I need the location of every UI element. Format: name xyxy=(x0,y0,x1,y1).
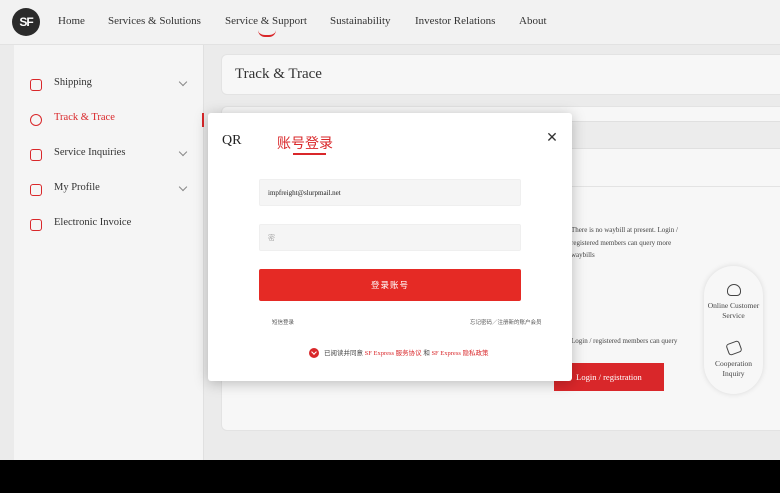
sidebar-item-label: Track & Trace xyxy=(54,112,115,123)
float-label: Online Customer Service xyxy=(707,301,760,320)
no-waybill-text: There is no waybill at present. Login / … xyxy=(571,226,678,259)
send-icon xyxy=(30,79,42,91)
tab-account-login[interactable]: 账号登录 xyxy=(277,133,333,153)
chevron-down-icon xyxy=(178,77,188,87)
sf-logo[interactable]: SF xyxy=(12,8,40,36)
headset-icon xyxy=(726,284,741,296)
login-modal: QR 账号登录 ✕ 登录账号 短信登录 忘记密码／注册新的账户会员 已阅读并同意… xyxy=(208,113,572,381)
login-note: Login / registered members can query xyxy=(571,337,678,345)
agree-prefix: 已阅读并同意 xyxy=(324,350,363,357)
agree-checkbox[interactable] xyxy=(309,348,319,358)
active-indicator xyxy=(202,113,204,127)
sidebar-item-electronic-invoice[interactable]: Electronic Invoice xyxy=(14,210,204,240)
agreement-row: 已阅读并同意 SF Express 服务协议 和 SF Express 隐私政策 xyxy=(309,347,489,359)
cooperation-inquiry-button[interactable]: Cooperation Inquiry xyxy=(704,339,763,379)
title-card: Track & Trace xyxy=(221,54,780,95)
float-label: Cooperation Inquiry xyxy=(714,359,753,378)
nav-home[interactable]: Home xyxy=(58,15,85,27)
forgot-register-link[interactable]: 忘记密码／注册新的账户会员 xyxy=(470,318,542,326)
nav-sustainability[interactable]: Sustainability xyxy=(330,15,391,27)
tab-qr[interactable]: QR xyxy=(222,133,241,149)
page-title: Track & Trace xyxy=(235,66,322,82)
nav-about[interactable]: About xyxy=(519,15,547,27)
login-submit-button[interactable]: 登录账号 xyxy=(259,269,521,301)
password-field[interactable] xyxy=(259,224,521,251)
nav-service-support[interactable]: Service & Support xyxy=(225,15,307,27)
invoice-icon xyxy=(30,219,42,231)
handshake-icon xyxy=(724,339,743,357)
floating-service-panel: Online Customer Service Cooperation Inqu… xyxy=(704,266,763,394)
chevron-down-icon xyxy=(178,182,188,192)
sidebar-item-track-trace[interactable]: Track & Trace xyxy=(14,105,204,135)
nav-investor-relations[interactable]: Investor Relations xyxy=(415,15,495,27)
sidebar: Shipping Track & Trace Service Inquiries… xyxy=(14,45,204,460)
email-field[interactable] xyxy=(259,179,521,206)
search-icon xyxy=(30,114,42,126)
service-agreement-link[interactable]: SF Express 服务协议 xyxy=(365,350,422,357)
agree-and: 和 xyxy=(423,350,430,357)
nav-services-solutions[interactable]: Services & Solutions xyxy=(108,15,201,27)
sidebar-item-my-profile[interactable]: My Profile xyxy=(14,175,204,205)
sidebar-item-label: My Profile xyxy=(54,182,100,193)
sms-login-link[interactable]: 短信登录 xyxy=(272,318,294,326)
sidebar-item-service-inquiries[interactable]: Service Inquiries xyxy=(14,140,204,170)
sidebar-item-label: Shipping xyxy=(54,77,92,88)
sidebar-item-shipping[interactable]: Shipping xyxy=(14,70,204,100)
privacy-policy-link[interactable]: SF Express 隐私政策 xyxy=(431,350,488,357)
sidebar-item-label: Electronic Invoice xyxy=(54,217,132,228)
profile-icon xyxy=(30,184,42,196)
sidebar-item-label: Service Inquiries xyxy=(54,147,126,158)
chevron-down-icon xyxy=(178,147,188,157)
tab-underline xyxy=(293,153,326,155)
close-icon[interactable]: ✕ xyxy=(545,131,559,145)
top-nav: SF Home Services & Solutions Service & S… xyxy=(0,0,780,45)
online-customer-service-button[interactable]: Online Customer Service xyxy=(704,284,763,321)
inquiry-icon xyxy=(30,149,42,161)
footer-bar xyxy=(0,460,780,493)
nav-active-indicator xyxy=(258,30,276,37)
